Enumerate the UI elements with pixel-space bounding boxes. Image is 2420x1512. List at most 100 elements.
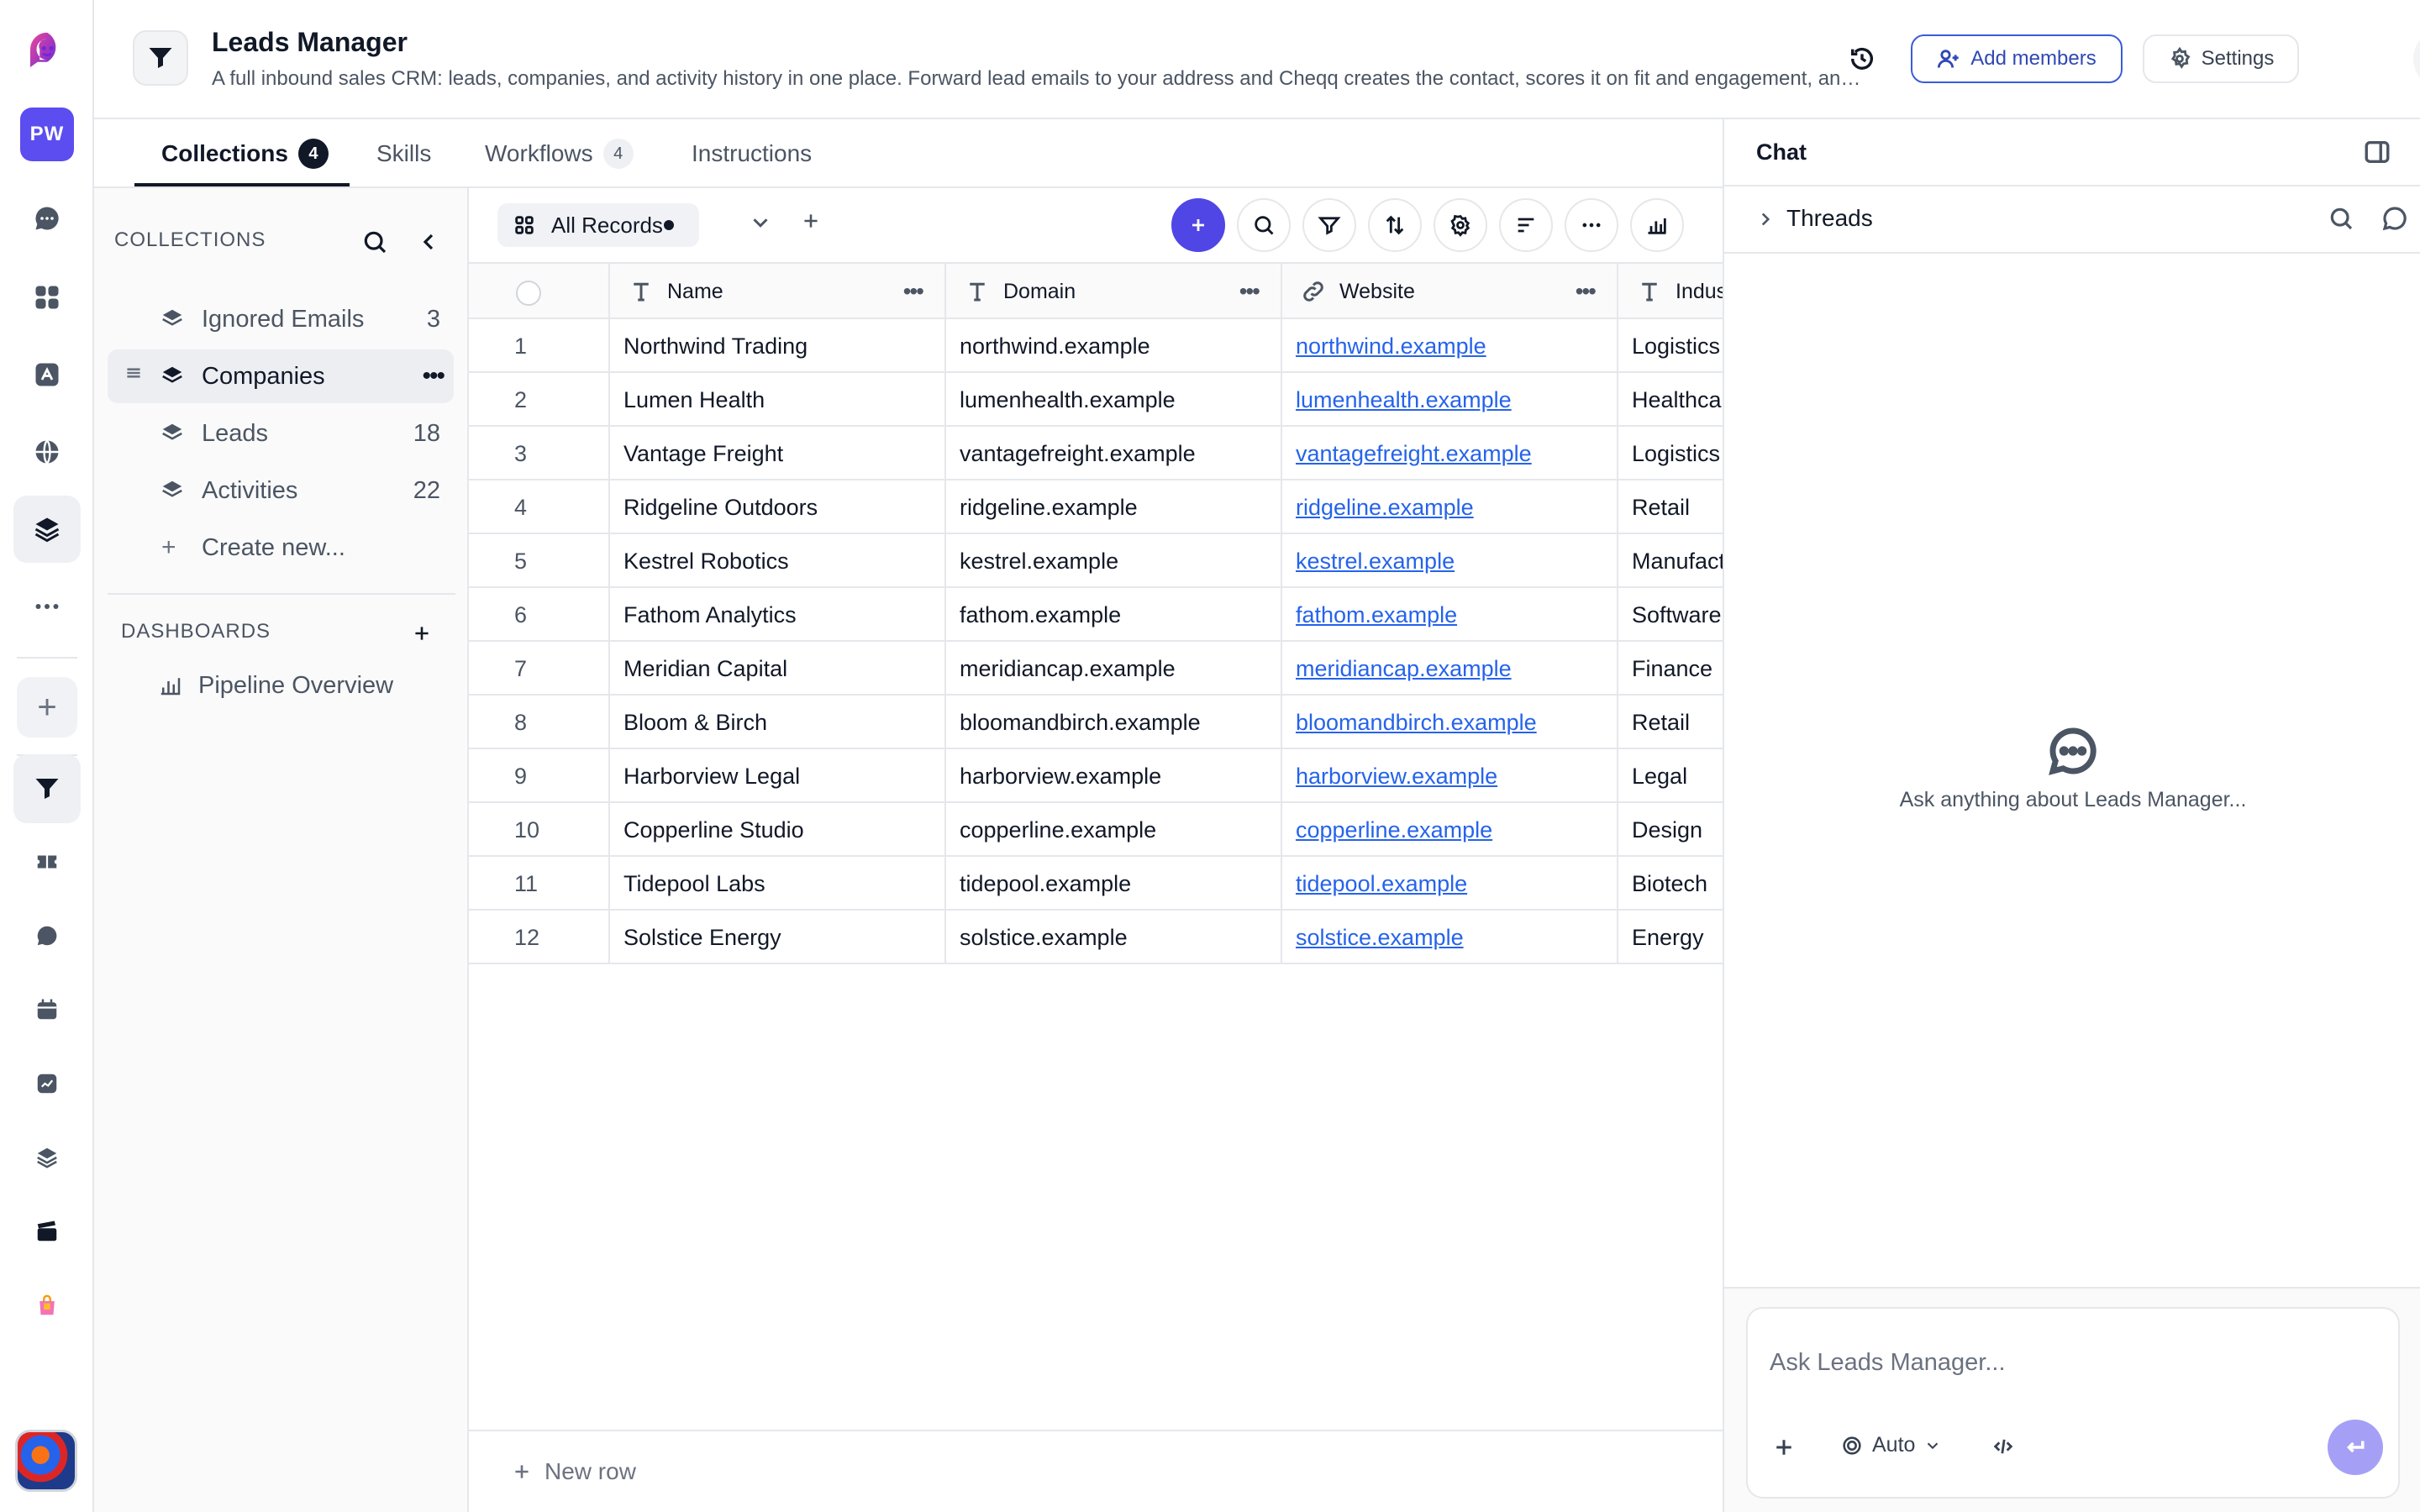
more-icon[interactable] (13, 573, 81, 640)
tab-instructions[interactable]: Instructions (692, 119, 812, 188)
cell-name[interactable]: Fathom Analytics (610, 588, 946, 642)
attach-icon[interactable] (1771, 1435, 1800, 1463)
cell-industry[interactable]: Design (1618, 803, 1723, 857)
row-number[interactable]: 8 (469, 696, 610, 749)
calendar-icon[interactable] (13, 976, 81, 1043)
cell-industry[interactable]: Retail (1618, 696, 1723, 749)
cell-domain[interactable]: fathom.example (946, 588, 1282, 642)
panel-toggle-icon[interactable] (2363, 138, 2393, 168)
column-header-industry[interactable]: Industry (1618, 264, 1723, 319)
cell-industry[interactable]: Retail (1618, 480, 1723, 534)
cell-website[interactable]: meridiancap.example (1282, 642, 1618, 696)
search-icon[interactable] (358, 225, 392, 259)
column-header-name[interactable]: Name ••• (610, 264, 946, 319)
collection-companies[interactable]: Companies ••• (108, 349, 454, 403)
chevron-down-icon[interactable] (748, 210, 778, 240)
cell-industry[interactable]: Manufacturing (1618, 534, 1723, 588)
cell-name[interactable]: Kestrel Robotics (610, 534, 946, 588)
tab-skills[interactable]: Skills (376, 119, 431, 188)
code-icon[interactable] (1991, 1435, 2018, 1462)
layers-icon[interactable] (13, 496, 81, 563)
cell-domain[interactable]: copperline.example (946, 803, 1282, 857)
new-row-button[interactable]: New row (469, 1430, 1723, 1512)
pdf-icon[interactable] (13, 341, 81, 408)
cell-domain[interactable]: harborview.example (946, 749, 1282, 803)
cell-website[interactable]: bloomandbirch.example (1282, 696, 1618, 749)
table-row[interactable]: 1 Northwind Trading northwind.example north… (469, 319, 1723, 373)
cell-industry[interactable]: Logistics (1618, 319, 1723, 373)
cell-domain[interactable]: ridgeline.example (946, 480, 1282, 534)
add-view-icon[interactable] (800, 210, 830, 240)
table-row[interactable]: 5 Kestrel Robotics kestrel.example kestrel.… (469, 534, 1723, 588)
cell-industry[interactable]: Logistics (1618, 427, 1723, 480)
row-number[interactable]: 6 (469, 588, 610, 642)
collapse-sidebar-icon[interactable] (412, 225, 445, 259)
drag-handle-icon[interactable] (123, 362, 145, 391)
table-row[interactable]: 8 Bloom & Birch bloomandbirch.example bloom… (469, 696, 1723, 749)
new-thread-icon[interactable] (2381, 205, 2410, 234)
add-app-button[interactable]: + (17, 677, 77, 738)
send-button[interactable] (2328, 1420, 2383, 1475)
row-number[interactable]: 10 (469, 803, 610, 857)
dashboard-pipeline-overview[interactable]: Pipeline Overview (108, 659, 454, 712)
table-row[interactable]: 3 Vantage Freight vantagefreight.example va… (469, 427, 1723, 480)
cell-website[interactable]: fathom.example (1282, 588, 1618, 642)
select-all-checkbox[interactable] (516, 281, 541, 306)
chart-view-button[interactable] (1630, 198, 1684, 252)
threads-section[interactable]: Threads (1724, 186, 2420, 254)
row-number[interactable]: 2 (469, 373, 610, 427)
apps-grid-icon[interactable] (13, 264, 81, 331)
group-button[interactable] (1499, 198, 1553, 252)
cell-domain[interactable]: kestrel.example (946, 534, 1282, 588)
stack-icon[interactable] (13, 1124, 81, 1191)
table-row[interactable]: 7 Meridian Capital meridiancap.example meri… (469, 642, 1723, 696)
row-number[interactable]: 9 (469, 749, 610, 803)
cell-domain[interactable]: lumenhealth.example (946, 373, 1282, 427)
cell-industry[interactable]: Energy (1618, 911, 1723, 964)
cell-name[interactable]: Copperline Studio (610, 803, 946, 857)
cell-name[interactable]: Northwind Trading (610, 319, 946, 373)
table-row[interactable]: 2 Lumen Health lumenhealth.example lumenhea… (469, 373, 1723, 427)
cell-website[interactable]: tidepool.example (1282, 857, 1618, 911)
cell-domain[interactable]: northwind.example (946, 319, 1282, 373)
collection-ignored-emails[interactable]: Ignored Emails 3 (108, 292, 454, 346)
message-icon[interactable] (13, 902, 81, 969)
view-selector[interactable]: All Records (497, 203, 699, 247)
row-number[interactable]: 4 (469, 480, 610, 534)
cell-name[interactable]: Lumen Health (610, 373, 946, 427)
funnel-icon[interactable] (13, 754, 81, 823)
cell-name[interactable]: Tidepool Labs (610, 857, 946, 911)
cell-name[interactable]: Harborview Legal (610, 749, 946, 803)
row-number[interactable]: 7 (469, 642, 610, 696)
globe-icon[interactable] (13, 418, 81, 486)
table-row[interactable]: 11 Tidepool Labs tidepool.example tidepool.… (469, 857, 1723, 911)
cell-website[interactable]: harborview.example (1282, 749, 1618, 803)
column-menu-icon[interactable]: ••• (1239, 278, 1260, 305)
chat-bubble-icon[interactable] (13, 185, 81, 252)
cell-industry[interactable]: Software (1618, 588, 1723, 642)
collection-leads[interactable]: Leads 18 (108, 407, 454, 460)
cell-name[interactable]: Solstice Energy (610, 911, 946, 964)
add-members-button[interactable]: Add members (1911, 34, 2123, 83)
ticket-icon[interactable] (13, 828, 81, 895)
more-options-button[interactable] (1565, 198, 1618, 252)
user-avatar[interactable] (15, 1430, 77, 1492)
cell-domain[interactable]: bloomandbirch.example (946, 696, 1282, 749)
table-row[interactable]: 4 Ridgeline Outdoors ridgeline.example ridg… (469, 480, 1723, 534)
cell-website[interactable]: copperline.example (1282, 803, 1618, 857)
cell-name[interactable]: Meridian Capital (610, 642, 946, 696)
cell-name[interactable]: Ridgeline Outdoors (610, 480, 946, 534)
create-new-collection[interactable]: + Create new... (108, 521, 454, 575)
cell-industry[interactable]: Healthcare (1618, 373, 1723, 427)
clapper-icon[interactable] (13, 1198, 81, 1265)
column-menu-icon[interactable]: ••• (903, 278, 924, 305)
notifications-button[interactable] (2413, 29, 2420, 89)
cell-website[interactable]: kestrel.example (1282, 534, 1618, 588)
cell-website[interactable]: lumenhealth.example (1282, 373, 1618, 427)
shopping-bag-icon[interactable] (13, 1272, 81, 1339)
history-icon[interactable] (1842, 39, 1882, 79)
collection-activities[interactable]: Activities 22 (108, 464, 454, 517)
app-logo-icon[interactable] (13, 17, 81, 84)
view-settings-button[interactable] (1434, 198, 1487, 252)
chat-input[interactable] (1770, 1349, 2358, 1377)
